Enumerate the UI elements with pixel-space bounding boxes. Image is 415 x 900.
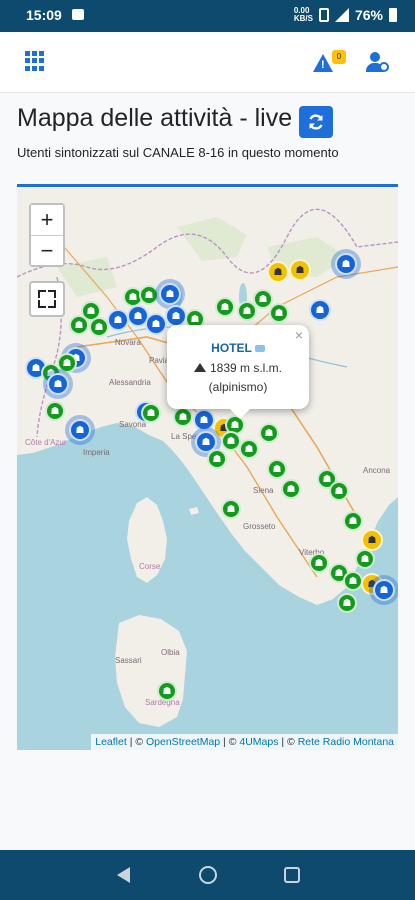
zoom-out-button[interactable]: − (31, 235, 63, 265)
marker-blue[interactable]: ☗ (165, 305, 187, 327)
label-cote-dazur: Côte d'Azur (25, 438, 67, 447)
label-grosseto: Grosseto (243, 522, 276, 531)
label-novara: Novara (115, 338, 141, 347)
marker-green[interactable]: ☗ (173, 407, 193, 427)
popup-title-text: HOTEL (211, 341, 252, 355)
leaflet-link[interactable]: Leaflet (95, 736, 127, 748)
marker-green[interactable]: ☗ (267, 459, 287, 479)
marker-green[interactable]: ☗ (355, 549, 375, 569)
popup-activity: (alpinismo) (208, 380, 268, 394)
user-settings-button[interactable] (366, 52, 390, 74)
home-icon[interactable] (199, 866, 217, 884)
mountain-icon (193, 363, 206, 372)
marker-yellow[interactable]: ☗ (289, 259, 311, 281)
fullscreen-icon-corner (48, 290, 56, 298)
recents-icon[interactable] (284, 867, 300, 883)
attr-sep: | © (220, 736, 240, 748)
status-right: 0.00 KB/S 76% (294, 7, 397, 23)
marker-green[interactable]: ☗ (343, 511, 363, 531)
fullscreen-icon-corner (48, 300, 56, 308)
label-corse: Corse (139, 562, 161, 571)
osm-link[interactable]: OpenStreetMap (146, 736, 220, 748)
warning-badge: 0 (332, 50, 346, 64)
marker-blue[interactable]: ☗ (193, 409, 215, 431)
marker-blue[interactable]: ☗ (69, 419, 91, 441)
marker-yellow[interactable]: ☗ (361, 529, 383, 551)
marker-blue[interactable]: ☗ (47, 373, 69, 395)
zoom-control: + − (29, 203, 65, 267)
cog-icon (379, 62, 389, 72)
marker-green[interactable]: ☗ (239, 439, 259, 459)
battery-icon (389, 8, 397, 22)
chat-icon (254, 345, 265, 352)
refresh-icon (309, 114, 323, 130)
marker-green[interactable]: ☗ (281, 479, 301, 499)
fullscreen-button[interactable] (29, 281, 65, 317)
label-olbia: Olbia (161, 648, 180, 657)
marker-green[interactable]: ☗ (269, 303, 289, 323)
marker-green[interactable]: ☗ (45, 401, 65, 421)
warning-button[interactable]: ! 0 (313, 50, 346, 76)
net-speed-unit: KB/S (293, 14, 313, 23)
marker-green[interactable]: ☗ (89, 317, 109, 337)
popup-title[interactable]: HOTEL (167, 341, 309, 355)
marker-green[interactable]: ☗ (259, 423, 279, 443)
marker-green[interactable]: ☗ (207, 449, 227, 469)
marker-yellow[interactable]: ☗ (267, 261, 289, 283)
rrm-link[interactable]: Rete Radio Montana (298, 736, 394, 748)
marker-blue[interactable]: ☗ (145, 313, 167, 335)
zoom-in-button[interactable]: + (31, 205, 63, 235)
grid-menu-icon[interactable] (25, 51, 45, 71)
label-alessandria: Alessandria (109, 378, 151, 387)
popup-altitude-text: 1839 m s.l.m. (209, 361, 283, 375)
app-navbar: ! 0 (0, 32, 415, 93)
marker-green[interactable]: ☗ (329, 481, 349, 501)
attr-sep: | © (278, 736, 298, 748)
activity-map[interactable]: Novara Pavia Alessandria Savona La Spezi… (17, 184, 398, 750)
marker-green[interactable]: ☗ (139, 285, 159, 305)
marker-green[interactable]: ☗ (141, 403, 161, 423)
marker-green[interactable]: ☗ (309, 553, 329, 573)
map-attribution: Leaflet | © OpenStreetMap | © 4UMaps | ©… (91, 734, 398, 750)
status-time: 15:09 (26, 7, 62, 23)
fullscreen-icon-corner (38, 300, 46, 308)
marker-blue[interactable]: ☗ (373, 579, 395, 601)
refresh-button[interactable] (299, 106, 333, 138)
marker-green[interactable]: ☗ (215, 297, 235, 317)
label-sassari: Sassari (115, 656, 142, 665)
label-siena: Siena (253, 486, 274, 495)
page-subtitle: Utenti sintonizzati sul CANALE 8-16 in q… (17, 145, 339, 160)
vibrate-icon (318, 8, 329, 22)
label-imperia: Imperia (83, 448, 110, 457)
image-notification-icon (72, 9, 84, 20)
label-ancona: Ancona (363, 466, 391, 475)
back-icon[interactable] (117, 867, 130, 883)
marker-green[interactable]: ☗ (337, 593, 357, 613)
battery-text: 76% (354, 7, 383, 23)
fullscreen-icon (38, 290, 46, 298)
popup-altitude: 1839 m s.l.m. (167, 361, 309, 375)
user-cog-icon (370, 52, 380, 62)
page-title: Mappa delle attività - live (17, 104, 293, 132)
attr-sep: | © (126, 736, 146, 748)
marker-green[interactable]: ☗ (343, 571, 363, 591)
marker-blue[interactable]: ☗ (107, 309, 129, 331)
status-bar: 15:09 0.00 KB/S 76% (0, 0, 415, 32)
net-speed: 0.00 KB/S (294, 7, 313, 23)
marker-blue[interactable]: ☗ (309, 299, 331, 321)
marker-green[interactable]: ☗ (221, 499, 241, 519)
marker-popup: × HOTEL 1839 m s.l.m. (alpinismo) (167, 325, 309, 419)
signal-icon (334, 8, 349, 22)
marker-green[interactable]: ☗ (221, 431, 241, 451)
4umaps-link[interactable]: 4UMaps (239, 736, 278, 748)
marker-green[interactable]: ☗ (157, 681, 177, 701)
warning-mark: ! (321, 59, 325, 71)
marker-blue[interactable]: ☗ (159, 283, 181, 305)
marker-green[interactable]: ☗ (69, 315, 89, 335)
system-nav-bar (0, 850, 415, 900)
marker-blue[interactable]: ☗ (335, 253, 357, 275)
